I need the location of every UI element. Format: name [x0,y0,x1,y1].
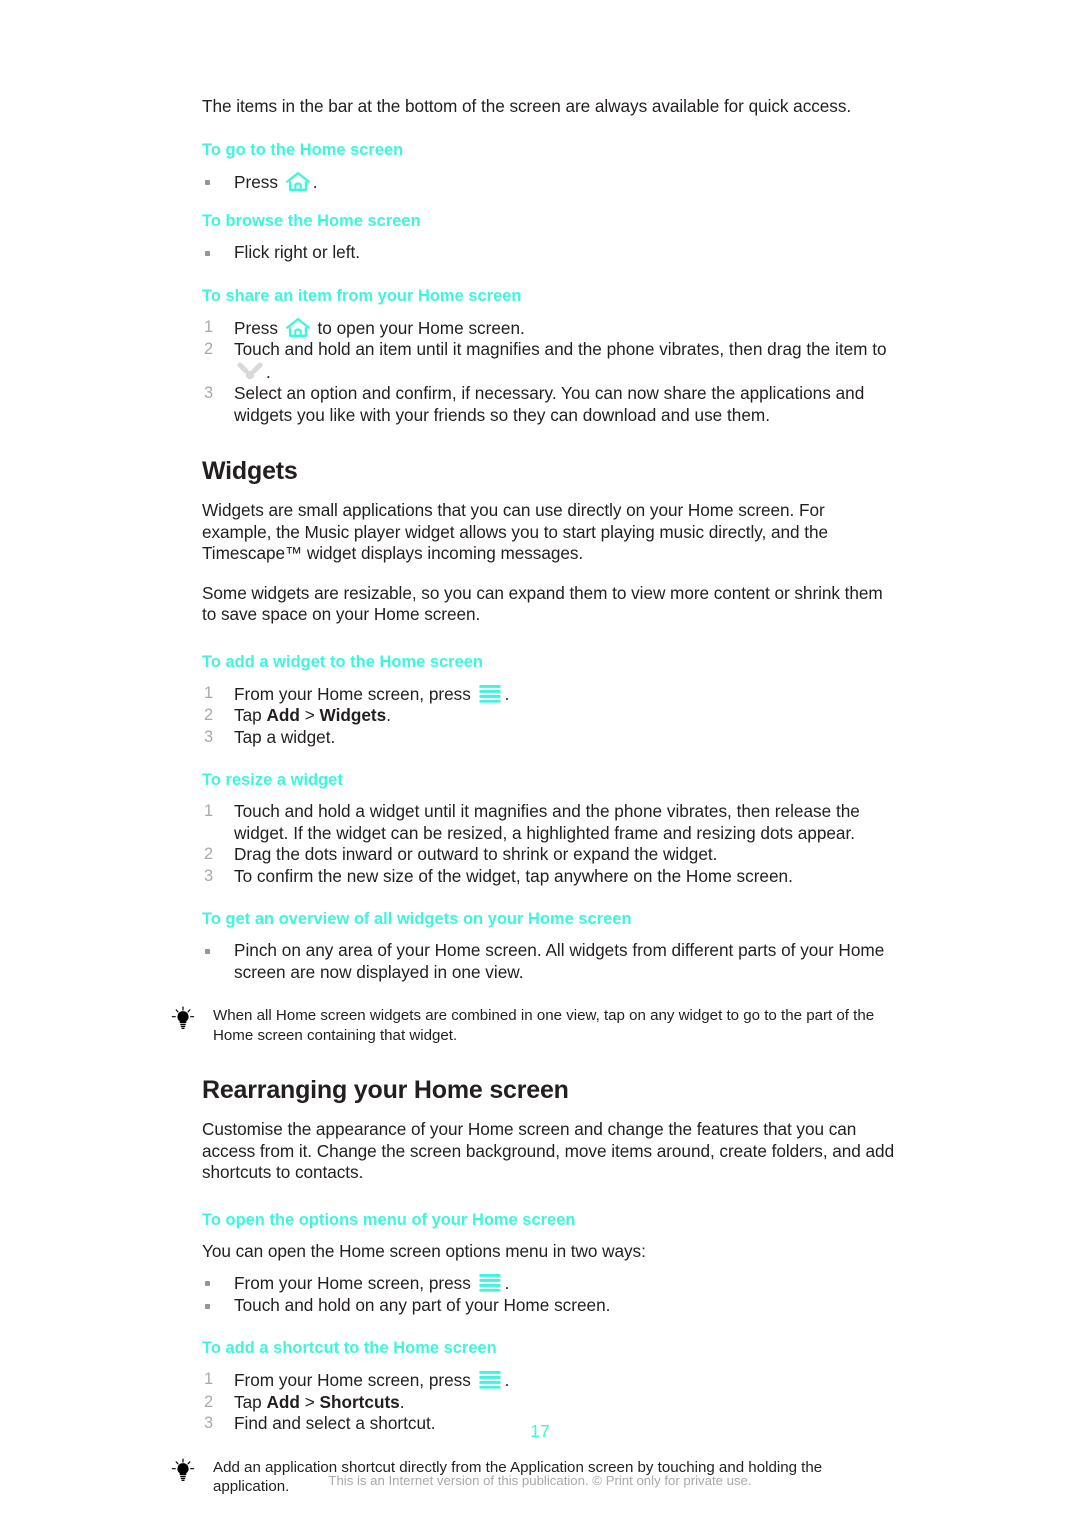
step-number: 3 [204,866,214,885]
heading-add-shortcut: To add a shortcut to the Home screen [202,1339,497,1357]
step-text-before-icon: From your Home screen, press [234,683,476,704]
step-separator: > [299,1391,320,1412]
document-page: The items in the bar at the bottom of th… [0,0,1080,1527]
menu-icon [478,1272,502,1292]
step-text-before-icon: Press [234,317,283,338]
step-number: 1 [204,683,214,702]
step-bold-shortcuts: Shortcuts [319,1391,400,1412]
list-item: From your Home screen, press . [202,1272,895,1295]
step-text-before-icon: From your Home screen, press [234,1273,476,1293]
heading-share-item: To share an item from your Home screen [202,286,522,305]
step-number: 2 [204,1392,214,1411]
step-text: Select an option and confirm, if necessa… [234,383,865,425]
step-text-before-icon: Press [234,171,283,192]
step-text-after-icon: . [504,1370,510,1390]
list-item: Pinch on any area of your Home screen. A… [202,940,895,983]
step-bold-add: Add [266,1391,300,1412]
menu-icon [478,1369,502,1389]
step-text: From your Home screen, press . [234,1272,895,1295]
step-text: Tap Add > Shortcuts. [234,1392,895,1414]
step-number: 3 [204,384,214,402]
step-number: 3 [204,727,214,746]
step-text-before-icon: Touch and hold an item until it magnifie… [234,339,887,359]
section-heading-widgets: Widgets [202,457,298,485]
list-item: Flick right or left. [202,242,895,264]
list-item: 3 Select an option and confirm, if neces… [202,383,895,426]
list-item: 2 Touch and hold an item until it magnif… [202,339,895,383]
step-number: 2 [204,706,214,724]
step-text: From your Home screen, press . [234,1369,895,1392]
step-text: Pinch on any area of your Home screen. A… [234,940,885,982]
heading-go-to-home-screen: To go to the Home screen [202,140,404,159]
step-suffix: . [399,1391,405,1412]
step-bold-widgets: Widgets [319,705,387,725]
heading-browse-home-screen: To browse the Home screen [202,212,421,230]
step-text: Press to open your Home screen. [234,317,895,340]
step-text: To confirm the new size of the widget, t… [234,865,793,886]
step-prefix: Tap [234,1391,267,1412]
step-text-before-icon: From your Home screen, press [234,1370,476,1390]
list-item: 3 Tap a widget. [202,727,895,749]
steps-browse-home-screen: Flick right or left. [202,242,895,264]
list-item: 3 To confirm the new size of the widget,… [202,866,895,888]
list-item: 2 Tap Add > Widgets. [202,705,895,727]
steps-add-widget: 1 From your Home screen, press . 2 Tap A… [202,683,895,749]
step-text-after-icon: . [504,1273,510,1293]
heading-resize-widget: To resize a widget [202,771,343,789]
step-text: Tap Add > Widgets. [234,705,895,727]
tip-box-widgets: When all Home screen widgets are combine… [171,1005,895,1045]
tip-text: When all Home screen widgets are combine… [213,1007,875,1044]
list-item: 1 From your Home screen, press . [202,683,895,706]
step-suffix: . [386,705,391,725]
step-text: From your Home screen, press . [234,683,895,706]
steps-share-item: 1 Press to open your Home screen. 2 Touc… [202,317,895,427]
widgets-paragraph-2: Some widgets are resizable, so you can e… [202,582,883,625]
step-prefix: Tap [234,705,267,725]
step-number: 1 [204,1370,214,1388]
footer-note: This is an Internet version of this publ… [328,1473,752,1488]
step-text: Touch and hold an item until it magnifie… [234,339,895,383]
list-item: 1 Press to open your Home screen. [202,317,895,340]
step-text: Touch and hold a widget until it magnifi… [234,801,860,843]
widgets-paragraph-1: Widgets are small applications that you … [202,500,828,563]
step-separator: > [299,705,320,725]
step-text-after-icon: . [504,683,510,704]
steps-options-menu: From your Home screen, press . Touch and… [202,1272,895,1316]
list-item: 1 From your Home screen, press . [202,1369,895,1392]
options-menu-intro: You can open the Home screen options men… [202,1240,646,1261]
step-text-after-icon: to open your Home screen. [312,317,525,338]
list-item: 2 Tap Add > Shortcuts. [202,1392,895,1414]
list-item: 2 Drag the dots inward or outward to shr… [202,844,895,866]
steps-resize-widget: 1 Touch and hold a widget until it magni… [202,801,895,887]
step-number: 1 [204,317,214,336]
step-text: Drag the dots inward or outward to shrin… [234,844,718,864]
steps-overview-widgets: Pinch on any area of your Home screen. A… [202,940,895,983]
step-bold-add: Add [266,705,300,725]
list-item: 1 Touch and hold a widget until it magni… [202,801,895,844]
home-icon [285,317,311,338]
step-text-after-icon: . [312,171,318,192]
home-icon [285,171,311,192]
step-text: Touch and hold on any part of your Home … [234,1294,611,1315]
step-number: 2 [204,340,214,358]
lightbulb-icon [171,1005,213,1036]
step-text: Press . [234,171,895,194]
list-item: Touch and hold on any part of your Home … [202,1295,895,1317]
heading-add-widget: To add a widget to the Home screen [202,652,483,671]
step-number: 2 [204,845,214,863]
rearranging-paragraph-1: Customise the appearance of your Home sc… [202,1119,895,1182]
intro-paragraph: The items in the bar at the bottom of th… [202,96,852,116]
page-number: 17 [530,1421,550,1441]
list-item: Press . [202,171,895,194]
steps-go-to-home-screen: Press . [202,171,895,194]
step-text: Flick right or left. [234,242,361,262]
step-text: Tap a widget. [234,726,336,747]
menu-icon [478,683,502,703]
share-icon [236,361,264,381]
step-number: 1 [204,802,214,820]
section-heading-rearranging: Rearranging your Home screen [202,1076,569,1104]
heading-options-menu: To open the options menu of your Home sc… [202,1210,576,1229]
heading-overview-widgets: To get an overview of all widgets on you… [202,910,632,928]
step-text-after-icon: . [266,361,271,382]
